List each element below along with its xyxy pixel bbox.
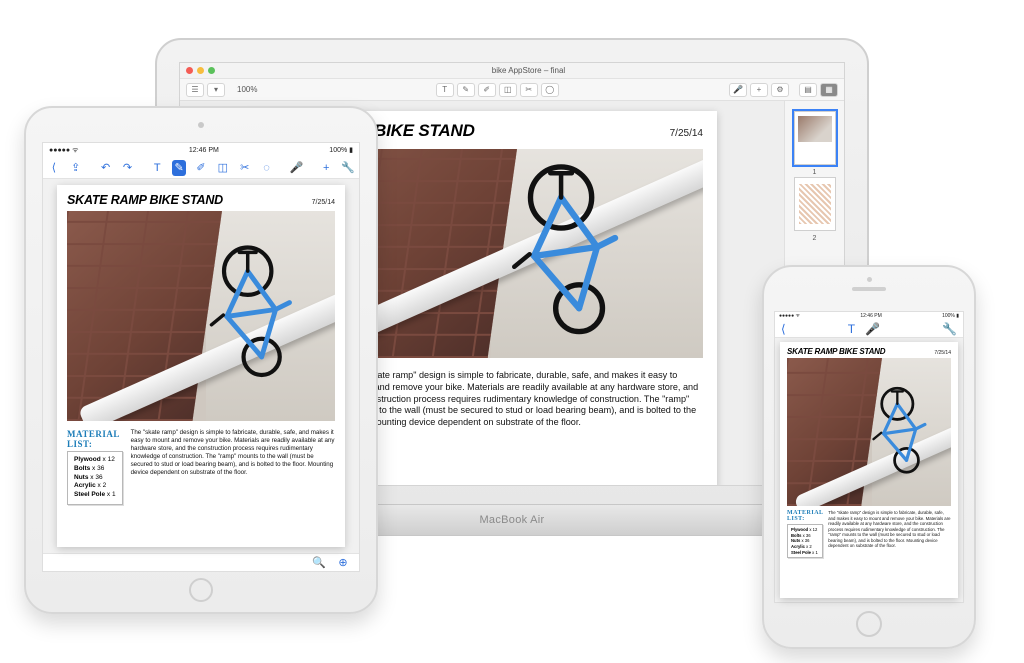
clock: 12:46 PM (189, 147, 219, 154)
ipad-canvas[interactable]: SKATE RAMP BIKE STAND 7/25/14 (43, 179, 359, 553)
undo-button[interactable]: ↶ (99, 160, 113, 176)
text-tool[interactable]: T (150, 160, 164, 176)
fullscreen-button[interactable] (208, 67, 215, 74)
ipad-toolbar: ⟨ ⇪ ↶ ↷ T ✎ ✐ ◫ ✂ ◌ 🎤 + 🔧 (43, 157, 359, 179)
view-button[interactable]: ▾ (207, 83, 225, 97)
highlighter-tool[interactable]: ✐ (478, 83, 496, 97)
carrier-signal: ●●●●● ᯤ (779, 313, 800, 319)
doc-photo (787, 358, 951, 506)
doc-date: 7/25/14 (934, 350, 951, 356)
page-thumbnail-2[interactable]: 2 (794, 177, 836, 231)
redo-button[interactable]: ↷ (121, 160, 135, 176)
scissors-tool[interactable]: ✂ (238, 160, 252, 176)
ipad-screen: ●●●●● ᯤ 12:46 PM 100% ▮ ⟨ ⇪ ↶ ↷ T ✎ ✐ ◫ … (42, 142, 360, 572)
text-tool[interactable]: T (436, 83, 454, 97)
pencil-tool[interactable]: ✐ (194, 160, 208, 176)
ipad-footer: 🔍 ⊕ (43, 553, 359, 571)
iphone-camera (867, 277, 872, 282)
lasso-tool[interactable]: ◌ (260, 160, 274, 176)
page-view-button[interactable]: ▤ (799, 83, 817, 97)
ipad-camera (198, 122, 204, 128)
settings-button[interactable]: 🔧 (341, 160, 355, 176)
bike-sketch-icon (464, 157, 676, 337)
text-tool[interactable]: T (848, 322, 855, 336)
iphone-canvas[interactable]: SKATE RAMP BIKE STAND 7/25/14 (775, 338, 963, 602)
bike-sketch-icon (185, 215, 324, 404)
back-button[interactable]: ⟨ (47, 160, 61, 176)
ipad-status-bar: ●●●●● ᯤ 12:46 PM 100% ▮ (43, 143, 359, 157)
mic-tool[interactable]: 🎤 (729, 83, 747, 97)
marker-tool[interactable]: ✎ (172, 160, 186, 176)
material-label: MATERIAL LIST: (67, 429, 123, 449)
material-list: Plywood x 12 Bolts x 36 Nuts x 36 Acryli… (787, 524, 823, 558)
doc-date: 7/25/14 (670, 128, 703, 139)
iphone-toolbar: ⟨ T 🎤 🔧 (775, 320, 963, 338)
material-section: MATERIAL LIST: Plywood x 12 Bolts x 36 N… (67, 429, 123, 505)
clock: 12:46 PM (860, 313, 881, 319)
iphone-screen: ●●●●● ᯤ 12:46 PM 100% ▮ ⟨ T 🎤 🔧 SKATE RA… (774, 311, 964, 603)
iphone-home-button[interactable] (856, 611, 882, 637)
doc-title: SKATE RAMP BIKE STAND (67, 193, 223, 207)
back-button[interactable]: ⟨ (781, 322, 786, 336)
zoom-level[interactable]: 100% (229, 85, 265, 94)
doc-description: The "skate ramp" design is simple to fab… (347, 370, 703, 475)
bike-sketch-icon (856, 361, 948, 497)
battery-status: 100% ▮ (942, 313, 959, 319)
zoom-in-button[interactable]: ⊕ (335, 555, 351, 571)
mac-toolbar: ☰ ▾ 100% T ✎ ✐ ◫ ✂ ◯ 🎤 (180, 79, 844, 101)
settings-button[interactable]: 🔧 (942, 322, 957, 336)
carrier-signal: ●●●●● ᯤ (49, 146, 78, 155)
shape-tool[interactable]: ◯ (541, 83, 559, 97)
ipad-device: ●●●●● ᯤ 12:46 PM 100% ▮ ⟨ ⇪ ↶ ↷ T ✎ ✐ ◫ … (24, 106, 378, 614)
doc-description: The "skate ramp" design is simple to fab… (131, 429, 335, 505)
material-label: MATERIAL LIST: (787, 510, 823, 522)
material-section: MATERIAL LIST: Plywood x 12 Bolts x 36 N… (787, 510, 823, 558)
macbook-brand-label: MacBook Air (479, 514, 544, 526)
mac-titlebar: bike AppStore – final (180, 63, 844, 79)
material-list: Plywood x 12 Bolts x 36 Nuts x 36 Acryli… (67, 451, 123, 505)
settings-button[interactable]: ⚙ (771, 83, 789, 97)
share-button[interactable]: ⇪ (69, 160, 83, 176)
window-title: bike AppStore – final (219, 66, 838, 75)
iphone-speaker (852, 287, 886, 291)
doc-date: 7/25/14 (312, 199, 335, 206)
zoom-out-button[interactable]: 🔍 (311, 555, 327, 571)
eraser-tool[interactable]: ◫ (499, 83, 517, 97)
device-showcase: bike AppStore – final ☰ ▾ 100% T ✎ ✐ ◫ ✂ (0, 0, 1024, 663)
document-page: SKATE RAMP BIKE STAND 7/25/14 (57, 185, 345, 547)
microphone-button[interactable]: 🎤 (865, 322, 880, 336)
close-button[interactable] (186, 67, 193, 74)
doc-title: SKATE RAMP BIKE STAND (787, 347, 885, 356)
sidebar-toggle-button[interactable]: ☰ (186, 83, 204, 97)
add-button[interactable]: + (750, 83, 768, 97)
pen-tool[interactable]: ✎ (457, 83, 475, 97)
minimize-button[interactable] (197, 67, 204, 74)
battery-status: 100% ▮ (329, 146, 353, 154)
doc-photo (67, 211, 335, 421)
document-page: SKATE RAMP BIKE STAND 7/25/14 (780, 342, 958, 598)
add-button[interactable]: + (319, 160, 333, 176)
ipad-home-button[interactable] (189, 578, 213, 602)
doc-description: The "skate ramp" design is simple to fab… (828, 510, 951, 558)
iphone-status-bar: ●●●●● ᯤ 12:46 PM 100% ▮ (775, 312, 963, 320)
microphone-button[interactable]: 🎤 (289, 160, 303, 176)
scissors-tool[interactable]: ✂ (520, 83, 538, 97)
iphone-device: ●●●●● ᯤ 12:46 PM 100% ▮ ⟨ T 🎤 🔧 SKATE RA… (762, 265, 976, 649)
page-thumbnail-1[interactable]: 1 (794, 111, 836, 165)
eraser-tool[interactable]: ◫ (216, 160, 230, 176)
thumbnail-view-button[interactable]: ▦ (820, 83, 838, 97)
